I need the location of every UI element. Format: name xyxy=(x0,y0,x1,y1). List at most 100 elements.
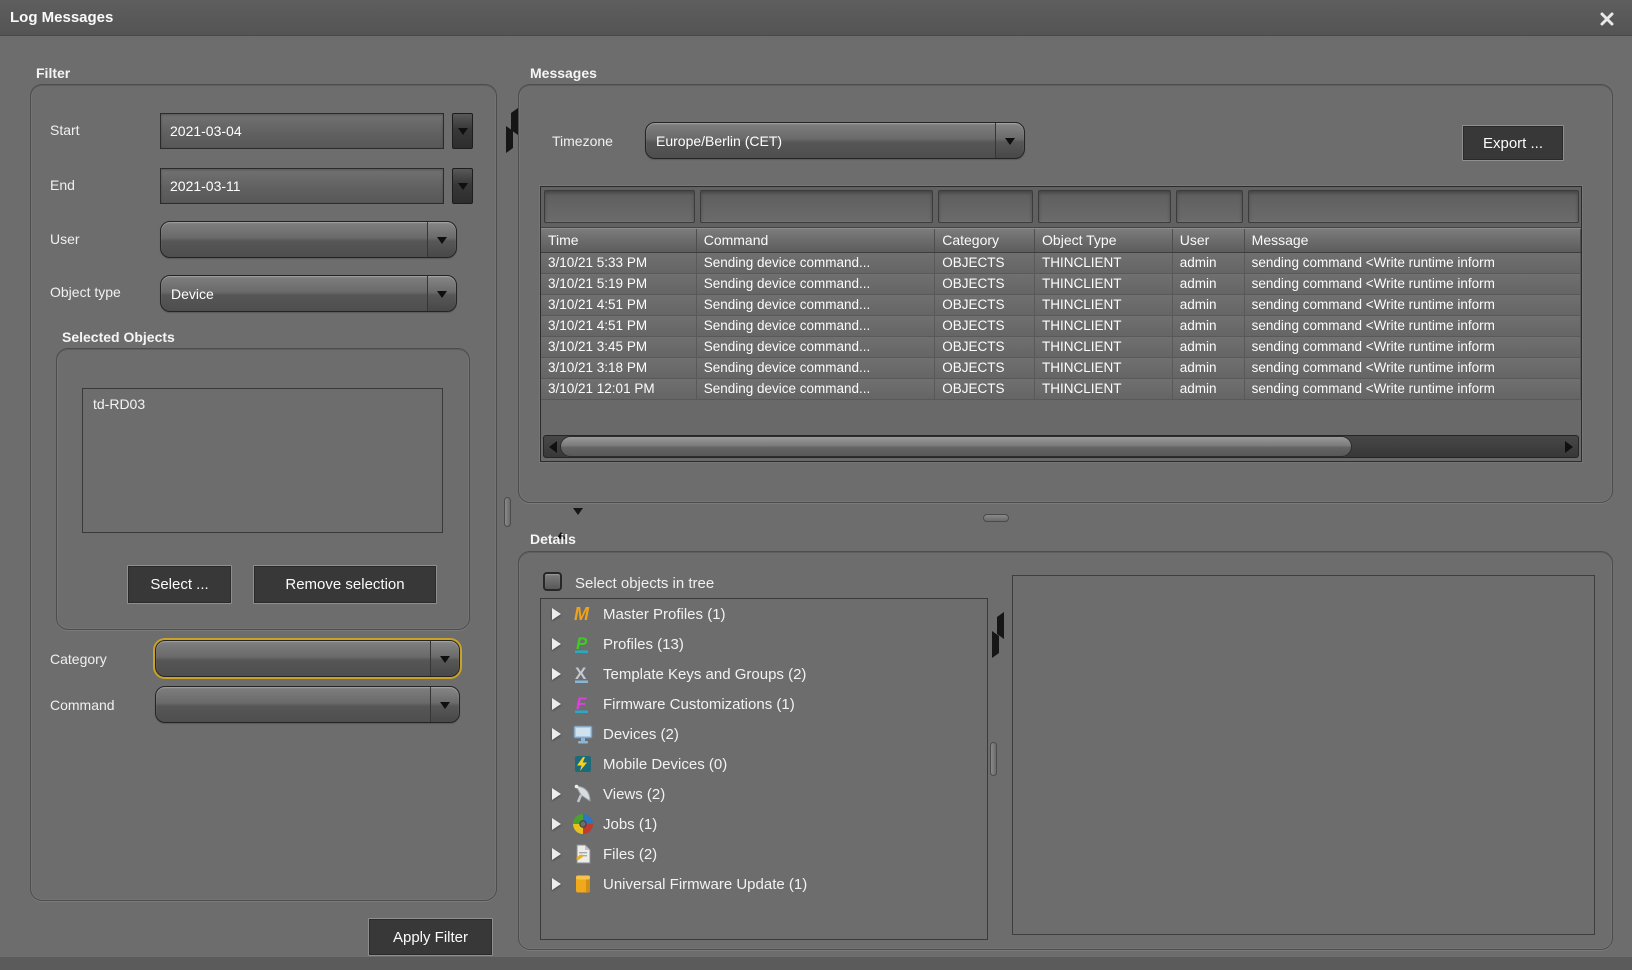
end-date-value: 2021-03-11 xyxy=(170,178,241,194)
start-date-dropdown-button[interactable] xyxy=(452,113,473,149)
object-type-combobox[interactable]: Device xyxy=(160,275,457,312)
column-filter-input[interactable] xyxy=(1173,187,1245,227)
tree-item[interactable]: Jobs (1) xyxy=(541,809,987,839)
close-icon[interactable] xyxy=(1596,8,1618,30)
tree-item[interactable]: Files (2) xyxy=(541,839,987,869)
details-section-label: Details xyxy=(530,531,576,547)
tree-item-label: Profiles (13) xyxy=(603,636,684,653)
column-filter-input[interactable] xyxy=(697,187,936,227)
remove-selection-button[interactable]: Remove selection xyxy=(253,565,437,604)
column-filter-input[interactable] xyxy=(1245,187,1581,227)
table-header-row: TimeCommandCategoryObject TypeUserMessag… xyxy=(541,228,1581,253)
column-header[interactable]: User xyxy=(1173,229,1245,252)
tree-item[interactable]: FFirmware Customizations (1) xyxy=(541,689,987,719)
expand-arrow-icon[interactable] xyxy=(552,607,565,621)
expand-arrow-icon[interactable] xyxy=(552,847,565,861)
category-combobox[interactable] xyxy=(155,640,460,677)
table-row[interactable]: 3/10/21 3:18 PMSending device command...… xyxy=(541,358,1581,379)
column-header[interactable]: Category xyxy=(935,229,1035,252)
expand-arrow-icon[interactable] xyxy=(552,817,565,831)
apply-filter-button[interactable]: Apply Filter xyxy=(368,918,493,956)
vertical-splitter-grip[interactable] xyxy=(504,497,511,527)
table-row[interactable]: 3/10/21 12:01 PMSending device command..… xyxy=(541,379,1581,400)
expand-arrow-icon[interactable] xyxy=(552,727,565,741)
table-cell: OBJECTS xyxy=(935,379,1035,399)
column-header[interactable]: Time xyxy=(541,229,697,252)
column-header[interactable]: Command xyxy=(697,229,936,252)
expand-arrow-icon[interactable] xyxy=(552,877,565,891)
messages-table: TimeCommandCategoryObject TypeUserMessag… xyxy=(540,186,1582,462)
master-profiles-icon: M xyxy=(572,603,594,625)
svg-text:X: X xyxy=(575,664,587,683)
column-filter-input[interactable] xyxy=(1035,187,1173,227)
chevron-down-icon xyxy=(427,222,456,257)
table-cell: 3/10/21 5:19 PM xyxy=(541,274,697,294)
start-date-input[interactable]: 2021-03-04 xyxy=(160,113,444,149)
user-combobox[interactable] xyxy=(160,221,457,258)
column-header[interactable]: Message xyxy=(1245,229,1581,252)
timezone-combobox[interactable]: Europe/Berlin (CET) xyxy=(645,122,1025,159)
svg-text:M: M xyxy=(574,604,590,624)
scroll-left-icon[interactable] xyxy=(544,436,561,457)
scrollbar-thumb[interactable] xyxy=(560,436,1352,457)
select-button[interactable]: Select ... xyxy=(127,565,232,604)
table-row[interactable]: 3/10/21 3:45 PMSending device command...… xyxy=(541,337,1581,358)
tree-item[interactable]: Mobile Devices (0) xyxy=(541,749,987,779)
select-objects-in-tree-checkbox[interactable] xyxy=(543,572,562,591)
table-row[interactable]: 3/10/21 5:33 PMSending device command...… xyxy=(541,253,1581,274)
table-cell: sending command <Write runtime inform xyxy=(1245,337,1581,357)
expand-arrow-icon[interactable] xyxy=(552,637,565,651)
table-cell: Sending device command... xyxy=(697,274,936,294)
chevron-down-icon xyxy=(427,276,456,311)
table-cell: Sending device command... xyxy=(697,295,936,315)
table-cell: admin xyxy=(1173,253,1245,273)
tree-item[interactable]: Universal Firmware Update (1) xyxy=(541,869,987,899)
filter-section-label: Filter xyxy=(36,65,70,81)
tree-item[interactable]: X Template Keys and Groups (2) xyxy=(541,659,987,689)
end-date-input[interactable]: 2021-03-11 xyxy=(160,168,444,204)
command-combobox[interactable] xyxy=(155,686,460,723)
column-filter-input[interactable] xyxy=(541,187,697,227)
table-row[interactable]: 3/10/21 4:51 PMSending device command...… xyxy=(541,316,1581,337)
column-header[interactable]: Object Type xyxy=(1035,229,1173,252)
splitter-expand-right-icon[interactable] xyxy=(506,131,518,149)
tree-item[interactable]: PProfiles (13) xyxy=(541,629,987,659)
table-cell: 3/10/21 4:51 PM xyxy=(541,316,697,336)
chevron-down-icon xyxy=(430,687,459,722)
expand-arrow-icon[interactable] xyxy=(552,667,565,681)
tree-item-label: Mobile Devices (0) xyxy=(603,756,727,773)
tree-item[interactable]: Devices (2) xyxy=(541,719,987,749)
horizontal-splitter-grip[interactable] xyxy=(983,514,1009,522)
table-cell: 3/10/21 5:33 PM xyxy=(541,253,697,273)
select-objects-in-tree-label: Select objects in tree xyxy=(575,575,714,592)
table-cell: sending command <Write runtime inform xyxy=(1245,295,1581,315)
expand-arrow-icon[interactable] xyxy=(552,697,565,711)
export-button[interactable]: Export ... xyxy=(1462,125,1564,161)
tree-item-label: Template Keys and Groups (2) xyxy=(603,666,806,683)
template-keys-icon: X xyxy=(572,663,594,685)
details-splitter-expand-right-icon[interactable] xyxy=(992,636,1004,654)
command-label: Command xyxy=(50,697,115,713)
selected-objects-section-label: Selected Objects xyxy=(62,329,175,345)
table-cell: admin xyxy=(1173,295,1245,315)
selected-objects-list[interactable]: td-RD03 xyxy=(82,388,443,533)
tree-item[interactable]: Views (2) xyxy=(541,779,987,809)
table-row[interactable]: 3/10/21 5:19 PMSending device command...… xyxy=(541,274,1581,295)
table-cell: admin xyxy=(1173,316,1245,336)
end-date-dropdown-button[interactable] xyxy=(452,168,473,204)
list-item[interactable]: td-RD03 xyxy=(83,389,442,412)
table-cell: 3/10/21 3:45 PM xyxy=(541,337,697,357)
horizontal-scrollbar[interactable] xyxy=(543,435,1579,458)
expand-arrow-icon[interactable] xyxy=(552,787,565,801)
tree-item[interactable]: MMaster Profiles (1) xyxy=(541,599,987,629)
table-cell: sending command <Write runtime inform xyxy=(1245,274,1581,294)
chevron-down-icon xyxy=(458,183,468,195)
details-vertical-splitter-grip[interactable] xyxy=(990,742,997,776)
tree-item-label: Views (2) xyxy=(603,786,665,803)
scroll-right-icon[interactable] xyxy=(1561,436,1578,457)
column-filter-input[interactable] xyxy=(935,187,1035,227)
table-cell: admin xyxy=(1173,274,1245,294)
title-bar: Log Messages xyxy=(0,0,1632,36)
table-row[interactable]: 3/10/21 4:51 PMSending device command...… xyxy=(541,295,1581,316)
table-cell: OBJECTS xyxy=(935,274,1035,294)
